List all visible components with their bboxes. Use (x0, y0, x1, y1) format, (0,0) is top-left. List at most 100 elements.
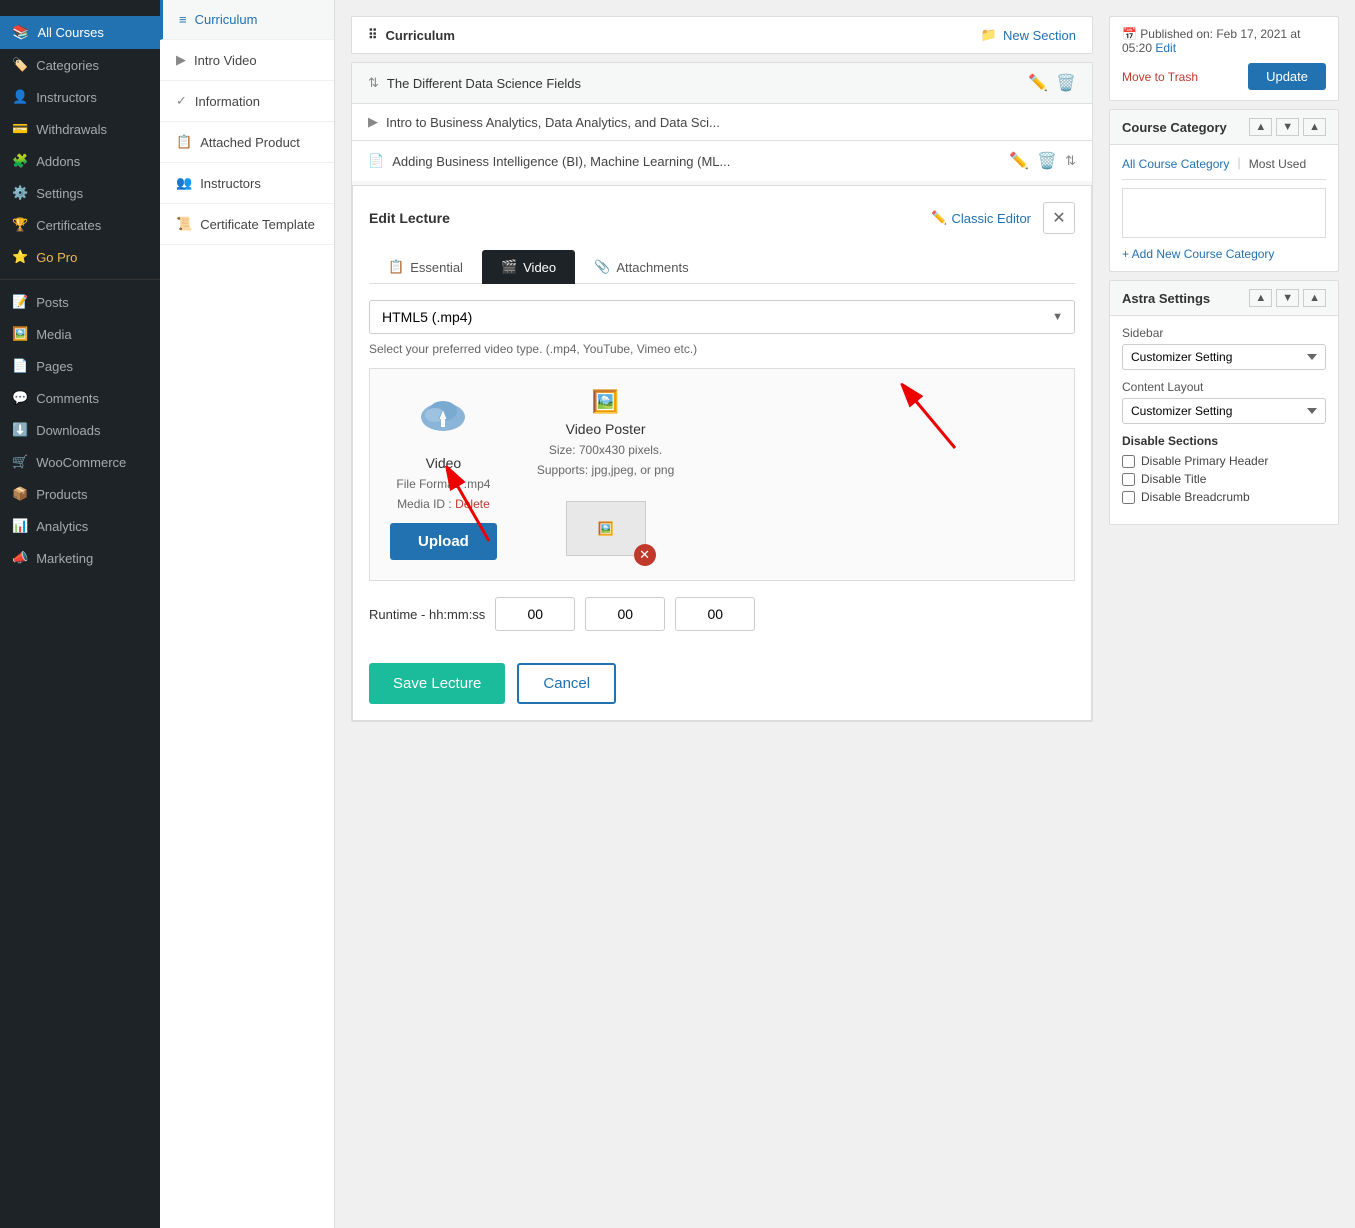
video-poster-col: 🖼️ Video Poster Size: 700x430 pixels. Su… (537, 389, 674, 556)
category-expand-button[interactable]: ▼ (1276, 118, 1299, 136)
sidebar-item-media[interactable]: 🖼️ Media (0, 318, 160, 350)
instructors-nav-icon: 👥 (176, 175, 192, 191)
astra-settings-card: Astra Settings ▲ ▼ ▲ Sidebar Customizer … (1109, 280, 1339, 525)
settings-icon: ⚙️ (12, 185, 28, 201)
sidebar-item-settings[interactable]: ⚙️ Settings (0, 177, 160, 209)
attached-product-nav-icon: 📋 (176, 134, 192, 150)
category-move-button[interactable]: ▲ (1303, 118, 1326, 136)
astra-collapse-button[interactable]: ▲ (1249, 289, 1272, 307)
tab-essential[interactable]: 📋 Essential (369, 250, 482, 284)
nav-intro-video[interactable]: ▶ Intro Video (160, 40, 334, 81)
lecture1-play-icon: ▶ (368, 114, 378, 130)
upload-area: Video File Format: .mp4 Media ID : Delet… (369, 368, 1075, 581)
media-icon: 🖼️ (12, 326, 28, 342)
sidebar-item-withdrawals[interactable]: 💳 Withdrawals (0, 113, 160, 145)
woocommerce-icon: 🛒 (12, 454, 28, 470)
products-icon: 📦 (12, 486, 28, 502)
section-actions: ✏️ 🗑️ (1028, 73, 1076, 93)
content-layout-field: Content Layout Customizer Setting (1122, 380, 1326, 424)
sidebar-item-downloads[interactable]: ⬇️ Downloads (0, 414, 160, 446)
media-delete-link[interactable]: Delete (455, 497, 490, 511)
curriculum-header: ⠿ Curriculum 📁 New Section (351, 16, 1093, 54)
lecture-footer: Save Lecture Cancel (369, 651, 1075, 704)
update-button[interactable]: Update (1248, 63, 1326, 90)
lecture2-doc-icon: 📄 (368, 153, 384, 169)
edit-lecture-panel: Edit Lecture ✏️ Classic Editor ✕ 📋 Essen… (352, 185, 1092, 721)
publish-card-body: 📅 Published on: Feb 17, 2021 at 05:20 Ed… (1110, 17, 1338, 100)
attachments-tab-icon: 📎 (594, 259, 610, 275)
section-block: ⇅ The Different Data Science Fields ✏️ 🗑… (351, 62, 1093, 722)
tab-all-category[interactable]: All Course Category (1122, 155, 1229, 173)
nav-curriculum[interactable]: ≡ Curriculum (160, 0, 334, 40)
nav-information[interactable]: ✓ Information (160, 81, 334, 122)
classic-editor-icon: ✏️ (931, 210, 947, 226)
media-id-row: Media ID : Delete (397, 497, 490, 511)
category-collapse-button[interactable]: ▲ (1249, 118, 1272, 136)
sidebar-item-analytics[interactable]: 📊 Analytics (0, 510, 160, 542)
sidebar-item-addons[interactable]: 🧩 Addons (0, 145, 160, 177)
tab-video[interactable]: 🎬 Video (482, 250, 575, 284)
content-layout-select[interactable]: Customizer Setting (1122, 398, 1326, 424)
sidebar-item-posts[interactable]: 📝 Posts (0, 286, 160, 318)
tab-most-used[interactable]: Most Used (1249, 155, 1306, 173)
nav-instructors[interactable]: 👥 Instructors (160, 163, 334, 204)
sidebar-select[interactable]: Customizer Setting (1122, 344, 1326, 370)
disable-primary-header-checkbox[interactable] (1122, 455, 1135, 468)
runtime-ss-input[interactable] (675, 597, 755, 631)
edit-publish-link[interactable]: Edit (1155, 41, 1176, 55)
video-type-wrapper[interactable]: HTML5 (.mp4) YouTube Vimeo Embedded (369, 300, 1075, 334)
sidebar-item-categories[interactable]: 🏷️ Categories (0, 49, 160, 81)
section-delete-button[interactable]: 🗑️ (1056, 73, 1076, 93)
video-tab-icon: 🎬 (501, 259, 517, 275)
save-lecture-button[interactable]: Save Lecture (369, 663, 505, 704)
nav-certificate-template[interactable]: 📜 Certificate Template (160, 204, 334, 245)
upload-area-wrapper: Video File Format: .mp4 Media ID : Delet… (369, 368, 1075, 581)
move-to-trash-link[interactable]: Move to Trash (1122, 70, 1198, 84)
lecture-item-2: 📄 Adding Business Intelligence (BI), Mac… (352, 140, 1092, 181)
video-upload-col: Video File Format: .mp4 Media ID : Delet… (390, 389, 497, 560)
tab-attachments[interactable]: 📎 Attachments (575, 250, 707, 284)
nav-attached-product[interactable]: 📋 Attached Product (160, 122, 334, 163)
upload-button[interactable]: Upload (390, 523, 497, 560)
cancel-button[interactable]: Cancel (517, 663, 616, 704)
astra-move-button[interactable]: ▲ (1303, 289, 1326, 307)
edit-lecture-close-button[interactable]: ✕ (1043, 202, 1075, 234)
sidebar-item-certificates[interactable]: 🏆 Certificates (0, 209, 160, 241)
sidebar-item-woocommerce[interactable]: 🛒 WooCommerce (0, 446, 160, 478)
add-new-category-link[interactable]: + Add New Course Category (1122, 247, 1274, 261)
video-type-select[interactable]: HTML5 (.mp4) YouTube Vimeo Embedded (369, 300, 1075, 334)
poster-thumbnail[interactable]: 🖼️ (566, 501, 646, 556)
astra-card-controls: ▲ ▼ ▲ (1249, 289, 1326, 307)
section-edit-button[interactable]: ✏️ (1028, 73, 1048, 93)
lecture2-edit-button[interactable]: ✏️ (1009, 151, 1029, 171)
sidebar-item-comments[interactable]: 💬 Comments (0, 382, 160, 414)
center-panel: ⠿ Curriculum 📁 New Section ⇅ The Differe… (351, 16, 1093, 1212)
disable-title-checkbox[interactable] (1122, 473, 1135, 486)
pages-icon: 📄 (12, 358, 28, 374)
poster-delete-button[interactable]: ✕ (634, 544, 656, 566)
sidebar-item-gopro[interactable]: ⭐ Go Pro (0, 241, 160, 273)
curriculum-grid-icon: ⠿ (368, 27, 378, 43)
runtime-hh-input[interactable] (495, 597, 575, 631)
lecture2-sort-icon: ⇅ (1065, 153, 1076, 169)
sidebar-item-pages[interactable]: 📄 Pages (0, 350, 160, 382)
disable-title-row: Disable Title (1122, 472, 1326, 486)
course-category-body: All Course Category | Most Used + Add Ne… (1110, 145, 1338, 271)
disable-primary-header-row: Disable Primary Header (1122, 454, 1326, 468)
curriculum-header-left: ⠿ Curriculum (368, 27, 455, 43)
lecture2-actions: ✏️ 🗑️ ⇅ (1009, 151, 1076, 171)
astra-expand-button[interactable]: ▼ (1276, 289, 1299, 307)
classic-editor-link[interactable]: ✏️ Classic Editor (931, 210, 1031, 226)
sidebar-item-instructors[interactable]: 👤 Instructors (0, 81, 160, 113)
new-section-button[interactable]: 📁 New Section (981, 27, 1076, 43)
sidebar-item-products[interactable]: 📦 Products (0, 478, 160, 510)
sidebar-item-all-courses[interactable]: 📚 All Courses (0, 16, 160, 49)
sidebar: 📚 All Courses 🏷️ Categories 👤 Instructor… (0, 0, 160, 1228)
lecture2-delete-button[interactable]: 🗑️ (1037, 151, 1057, 171)
withdrawals-icon: 💳 (12, 121, 28, 137)
disable-breadcrumb-checkbox[interactable] (1122, 491, 1135, 504)
downloads-icon: ⬇️ (12, 422, 28, 438)
section-title-left: ⇅ The Different Data Science Fields (368, 75, 581, 91)
runtime-mm-input[interactable] (585, 597, 665, 631)
sidebar-item-marketing[interactable]: 📣 Marketing (0, 542, 160, 574)
